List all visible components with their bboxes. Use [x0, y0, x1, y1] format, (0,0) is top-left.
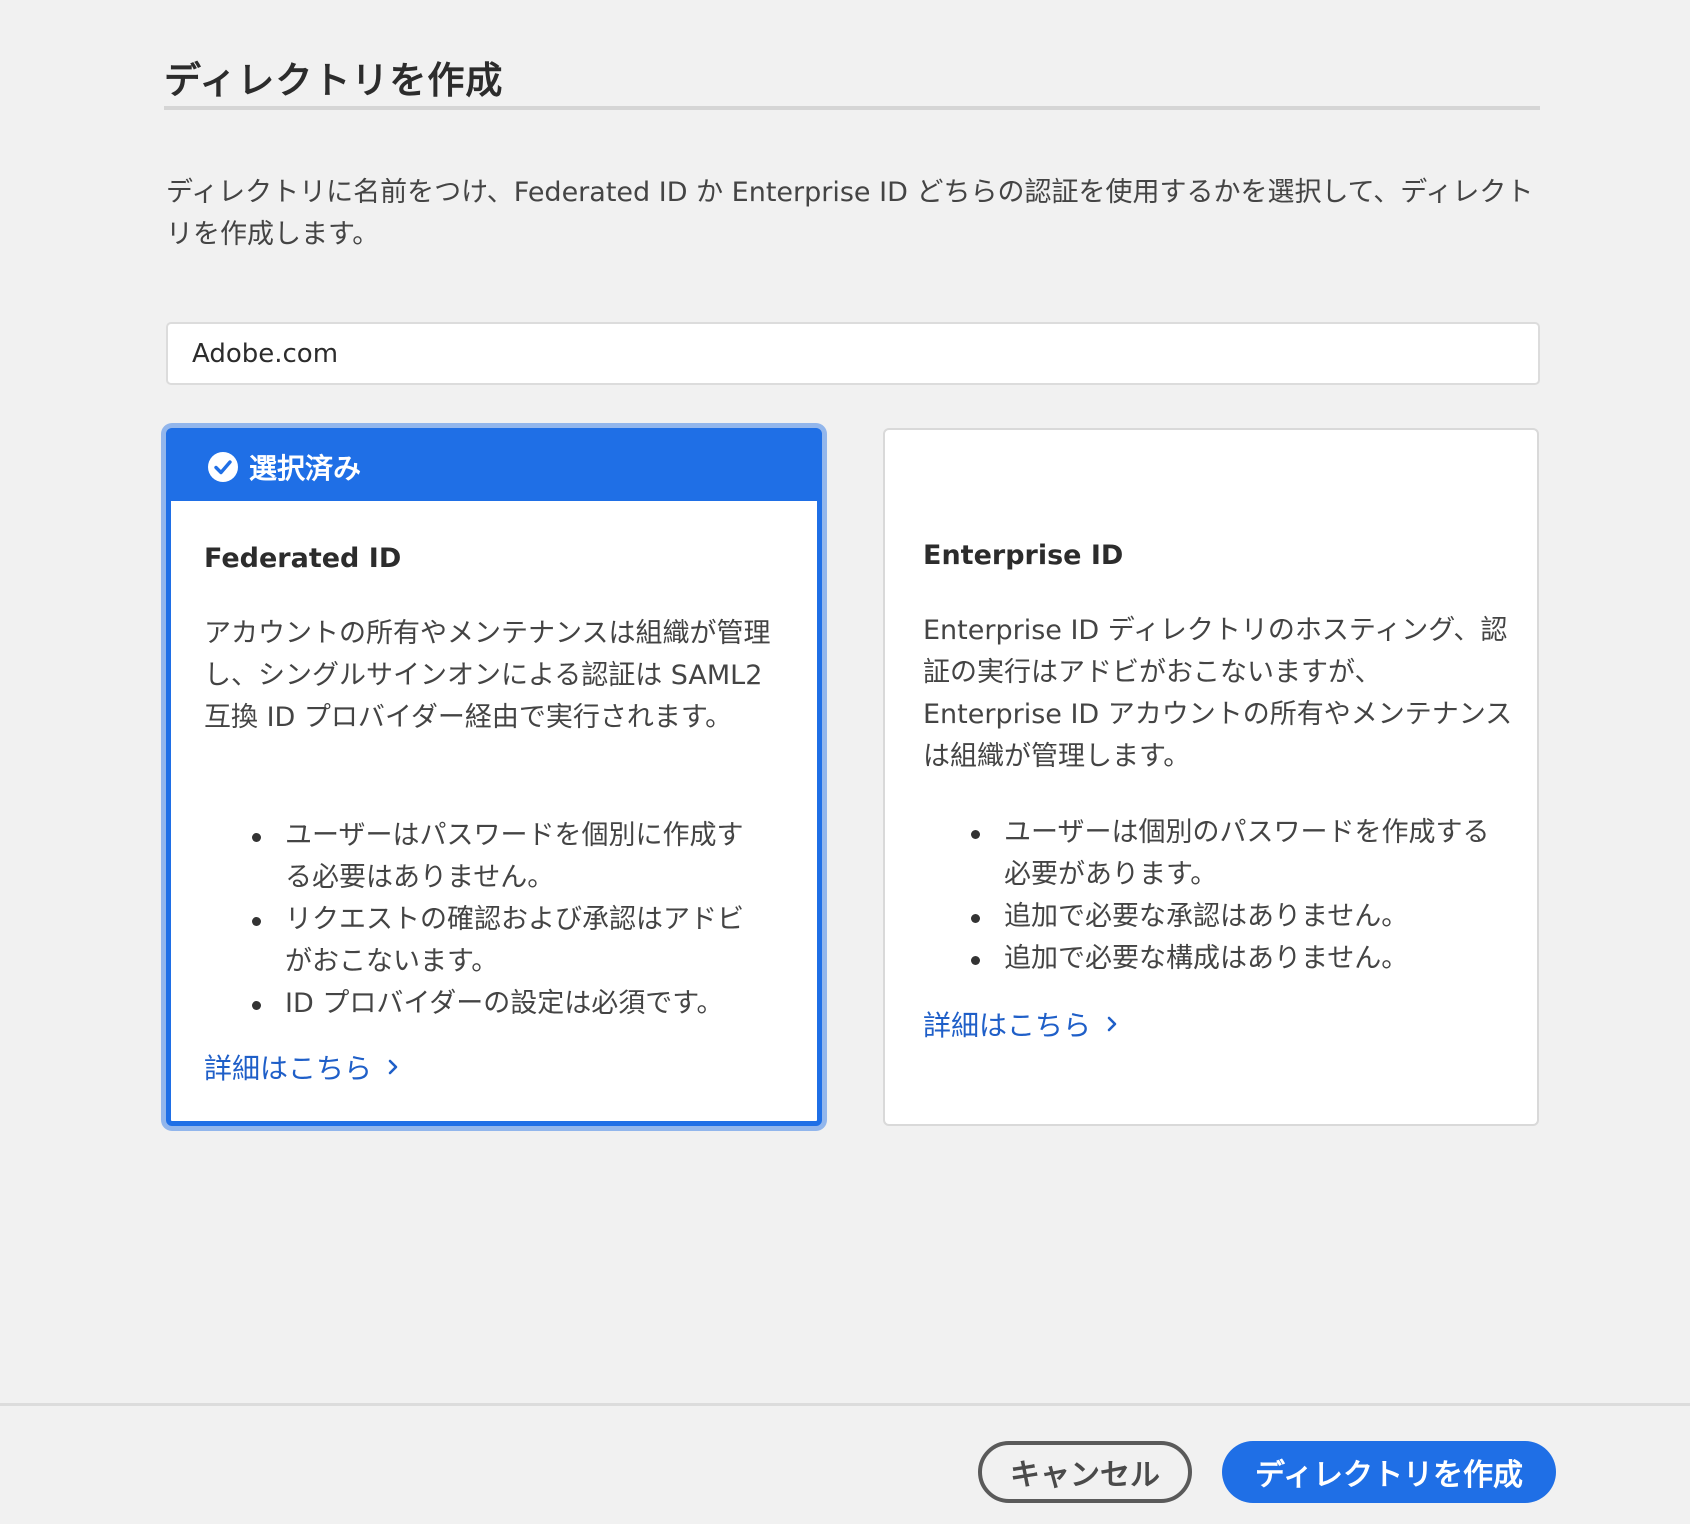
list-item: ユーザーは個別のパスワードを作成する必要があります。	[971, 812, 1491, 896]
chevron-right-icon	[388, 1059, 398, 1075]
cancel-button[interactable]: キャンセル	[978, 1441, 1192, 1503]
enterprise-id-features: ユーザーは個別のパスワードを作成する必要があります。 追加で必要な承認はありませ…	[971, 812, 1491, 980]
list-item: リクエストの確認および承認はアドビがおこないます。	[252, 899, 757, 983]
list-item: 追加で必要な構成はありません。	[971, 938, 1491, 980]
list-item: 追加で必要な承認はありません。	[971, 896, 1491, 938]
enterprise-learn-more-link[interactable]: 詳細はこちら	[923, 1004, 1119, 1044]
enterprise-id-title: Enterprise ID	[923, 540, 1124, 571]
selected-label: 選択済み	[249, 452, 362, 485]
federated-id-card[interactable]: 選択済み Federated ID アカウントの所有やメンテナンスは組織が管理し…	[166, 428, 822, 1126]
checkmark-circle-icon	[207, 451, 239, 483]
enterprise-id-description: Enterprise ID ディレクトリのホスティング、認証の実行はアドビがおこ…	[923, 615, 1513, 772]
list-item: ID プロバイダーの設定は必須です。	[252, 983, 757, 1025]
dialog-title: ディレクトリを作成	[164, 59, 504, 102]
learn-more-label: 詳細はこちら	[923, 1009, 1092, 1042]
list-item: ユーザーはパスワードを個別に作成する必要はありません。	[252, 815, 757, 899]
create-directory-button[interactable]: ディレクトリを作成	[1222, 1441, 1556, 1503]
selected-banner: 選択済み	[171, 433, 817, 501]
title-divider	[164, 106, 1540, 110]
footer-divider	[0, 1403, 1690, 1406]
dialog-description: ディレクトリに名前をつけ、Federated ID か Enterprise I…	[166, 177, 1534, 250]
federated-id-features: ユーザーはパスワードを個別に作成する必要はありません。 リクエストの確認および承…	[252, 815, 757, 1025]
federated-id-title: Federated ID	[204, 543, 402, 574]
learn-more-label: 詳細はこちら	[204, 1052, 373, 1085]
federated-id-description: アカウントの所有やメンテナンスは組織が管理し、シングルサインオンによる認証は S…	[204, 618, 771, 733]
federated-learn-more-link[interactable]: 詳細はこちら	[204, 1047, 400, 1087]
directory-name-input[interactable]	[166, 322, 1540, 385]
chevron-right-icon	[1107, 1016, 1117, 1032]
enterprise-id-card[interactable]: Enterprise ID Enterprise ID ディレクトリのホスティン…	[883, 428, 1539, 1126]
